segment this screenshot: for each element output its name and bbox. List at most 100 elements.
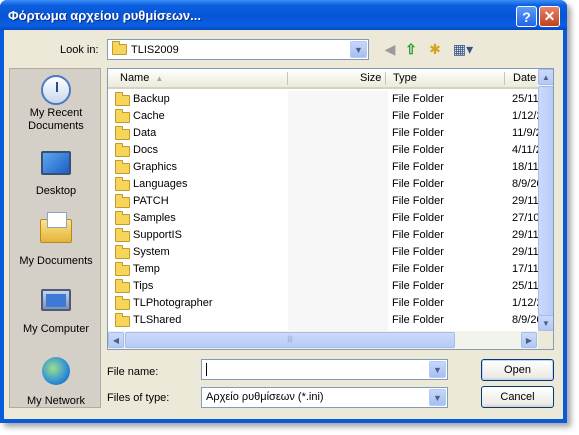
file-date-cell: 17/11 — [512, 263, 538, 275]
file-row[interactable]: Backup File Folder 25/11 — [108, 91, 538, 108]
files-of-type-dropdown[interactable]: Αρχείο ρυθμίσεων (*.ini) ▼ — [201, 387, 448, 408]
title-bar[interactable]: Φόρτωμα αρχείου ρυθμίσεων... ? ✕ — [0, 0, 567, 30]
file-name-cell: Cache — [133, 110, 165, 122]
horizontal-scroll-thumb[interactable]: ||| — [125, 332, 455, 348]
file-name-cell: PATCH — [133, 195, 169, 207]
back-icon[interactable]: ◀ — [381, 40, 399, 58]
file-date-cell: 1/12/2 — [512, 297, 538, 309]
folder-icon — [115, 194, 130, 208]
place-label: My Network — [26, 395, 86, 407]
scroll-right-icon[interactable]: ▶ — [521, 332, 537, 348]
folder-icon — [115, 245, 130, 259]
file-row[interactable]: TLPhotographer File Folder 1/12/2 — [108, 295, 538, 312]
file-date-cell: 29/11 — [512, 246, 538, 258]
scroll-down-icon[interactable]: ▼ — [538, 315, 553, 331]
folder-icon — [115, 160, 130, 174]
folder-icon — [115, 296, 130, 310]
file-row[interactable]: TLShared File Folder 8/9/20 — [108, 312, 538, 329]
folder-icon — [115, 228, 130, 242]
close-button[interactable]: ✕ — [539, 6, 560, 27]
file-date-cell: 25/11 — [512, 93, 538, 105]
place-label: My Computer — [22, 323, 90, 335]
file-name-cell: Data — [133, 127, 157, 139]
file-row[interactable]: Temp File Folder 17/11 — [108, 261, 538, 278]
file-row[interactable]: Graphics File Folder 18/11 — [108, 159, 538, 176]
place-my-recent-documents[interactable]: My Recent Documents — [10, 75, 102, 133]
folder-icon — [115, 211, 130, 225]
place-label: My Documents — [19, 255, 93, 267]
horizontal-scrollbar[interactable]: ◀ ||| ▶ — [108, 331, 538, 349]
look-in-dropdown[interactable]: TLIS2009 ▼ — [107, 39, 369, 60]
chevron-down-icon[interactable]: ▼ — [429, 361, 446, 378]
my-network-icon — [42, 357, 70, 385]
desktop-icon — [41, 151, 71, 175]
column-date-header[interactable]: Date — [513, 72, 536, 84]
cancel-button[interactable]: Cancel — [481, 386, 554, 408]
help-button[interactable]: ? — [516, 6, 537, 27]
file-date-cell: 4/11/2 — [512, 144, 538, 156]
chevron-down-icon[interactable]: ▼ — [429, 389, 446, 406]
file-date-cell: 29/11 — [512, 195, 538, 207]
folder-icon — [115, 313, 130, 327]
chevron-down-icon[interactable]: ▼ — [350, 41, 367, 58]
place-desktop[interactable]: Desktop — [10, 147, 102, 198]
file-name-cell: Backup — [133, 93, 170, 105]
column-divider[interactable] — [504, 72, 505, 85]
file-type-cell: File Folder — [392, 246, 444, 258]
open-button[interactable]: Open — [481, 359, 554, 381]
folder-icon — [112, 41, 127, 55]
my-computer-icon — [41, 289, 71, 311]
file-row[interactable]: Data File Folder 11/9/2 — [108, 125, 538, 142]
file-name-cell: Docs — [133, 144, 159, 156]
file-type-cell: File Folder — [392, 195, 444, 207]
column-header: Name ▲ Size Type Date — [108, 69, 538, 89]
files-of-type-label: Files of type: — [107, 392, 170, 404]
column-size-header[interactable]: Size — [360, 72, 381, 84]
my-documents-icon — [40, 212, 72, 243]
file-row[interactable]: Cache File Folder 1/12/2 — [108, 108, 538, 125]
up-folder-icon[interactable]: ⇧ — [402, 40, 420, 58]
column-type-header[interactable]: Type — [393, 72, 417, 84]
file-name-input[interactable]: ▼ — [201, 359, 448, 380]
file-name-cell: Graphics — [133, 161, 178, 173]
file-type-cell: File Folder — [392, 93, 444, 105]
place-my-documents[interactable]: My Documents — [10, 212, 102, 268]
look-in-label: Look in: — [60, 44, 99, 56]
new-folder-icon[interactable]: ✱ — [426, 40, 444, 58]
file-date-cell: 29/11 — [512, 229, 538, 241]
file-row[interactable]: PATCH File Folder 29/11 — [108, 193, 538, 210]
file-row[interactable]: Languages File Folder 8/9/20 — [108, 176, 538, 193]
column-divider[interactable] — [385, 72, 386, 85]
file-row[interactable]: Samples File Folder 27/10 — [108, 210, 538, 227]
folder-icon — [115, 262, 130, 276]
file-date-cell: 27/10 — [512, 212, 538, 224]
vertical-scrollbar[interactable]: ▲ ▼ — [538, 69, 553, 331]
places-bar: My Recent Documents Desktop My Documents… — [9, 68, 101, 408]
file-type-cell: File Folder — [392, 178, 444, 190]
file-type-cell: File Folder — [392, 212, 444, 224]
scroll-up-icon[interactable]: ▲ — [538, 69, 553, 85]
file-row[interactable]: System File Folder 29/11 — [108, 244, 538, 261]
file-row[interactable]: Tips File Folder 25/11 — [108, 278, 538, 295]
scroll-left-icon[interactable]: ◀ — [108, 332, 124, 348]
file-type-cell: File Folder — [392, 297, 444, 309]
folder-icon — [115, 177, 130, 191]
file-date-cell: 11/9/2 — [512, 127, 538, 139]
place-my-computer[interactable]: My Computer — [10, 285, 102, 336]
folder-icon — [115, 92, 130, 106]
view-menu-icon[interactable]: ▦▾ — [451, 40, 475, 58]
file-type-cell: File Folder — [392, 280, 444, 292]
column-name-header[interactable]: Name ▲ — [120, 72, 163, 84]
place-my-network[interactable]: My Network — [10, 357, 102, 408]
file-row[interactable]: Docs File Folder 4/11/2 — [108, 142, 538, 159]
scrollbar-corner — [538, 331, 553, 349]
column-divider[interactable] — [287, 72, 288, 85]
vertical-scroll-thumb[interactable] — [538, 86, 553, 316]
file-date-cell: 18/11 — [512, 161, 538, 173]
file-list-view[interactable]: Name ▲ Size Type Date Backup File Folder 25… — [107, 68, 554, 350]
file-name-cell: TLShared — [133, 314, 182, 326]
file-row[interactable]: SupportIS File Folder 29/11 — [108, 227, 538, 244]
file-name-cell: Samples — [133, 212, 176, 224]
file-name-label: File name: — [107, 366, 159, 378]
file-name-cell: System — [133, 246, 170, 258]
